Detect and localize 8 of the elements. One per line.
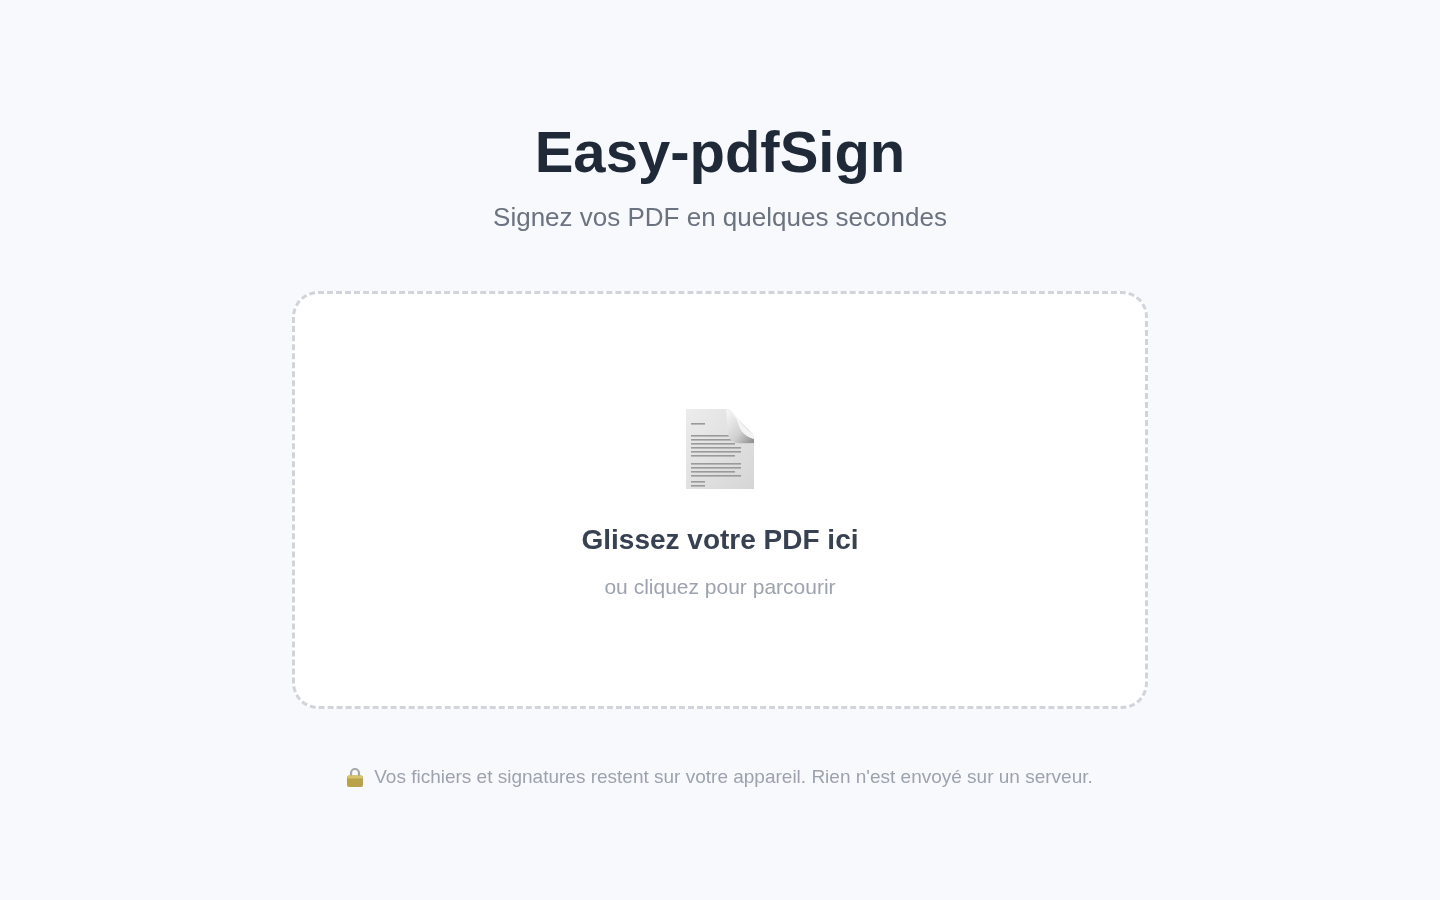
dropzone-hint: ou cliquez pour parcourir bbox=[604, 574, 836, 600]
lock-icon bbox=[347, 767, 364, 787]
dropzone-title: Glissez votre PDF ici bbox=[581, 523, 859, 557]
pdf-dropzone[interactable]: Glissez votre PDF ici ou cliquez pour parcourir bbox=[292, 291, 1148, 709]
privacy-note: Vos fichiers et signatures restent sur votre appareil. Rien n'est envoyé sur un serveur. bbox=[374, 765, 1093, 789]
app-subtitle: Signez vos PDF en quelques secondes bbox=[493, 201, 947, 234]
document-icon bbox=[686, 409, 754, 489]
app-title: Easy-pdfSign bbox=[534, 118, 906, 186]
